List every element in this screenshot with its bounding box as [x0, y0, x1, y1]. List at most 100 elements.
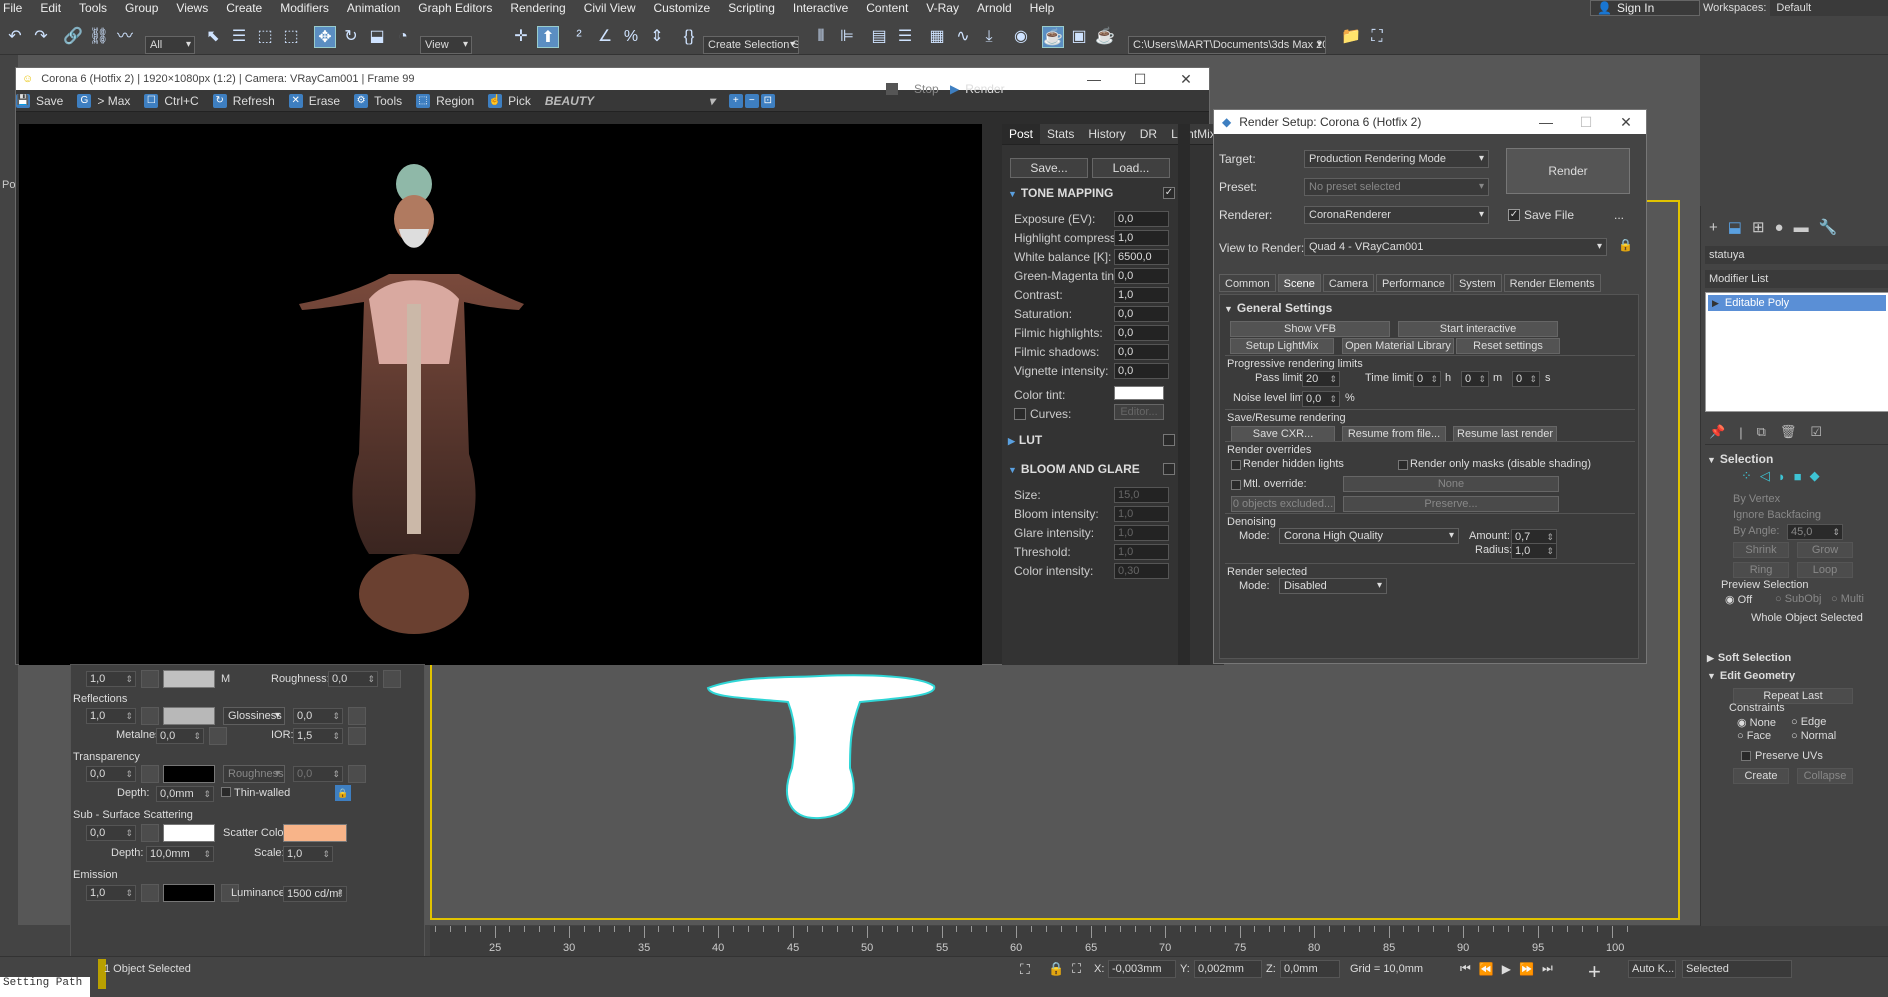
workspaces[interactable]: Workspaces: Default — [1703, 0, 1888, 16]
angle-spinner[interactable]: 45,0 — [1787, 524, 1843, 540]
transparency-roughness-spinner[interactable]: 0,0 — [293, 766, 343, 782]
named-selection-sets[interactable]: Create Selection Se — [703, 36, 799, 54]
select-scale-icon[interactable]: ⬓ — [366, 26, 388, 48]
menu-v-ray[interactable]: V-Ray — [917, 1, 968, 15]
diffuse-color-swatch[interactable] — [163, 670, 215, 688]
rs-minimize-icon[interactable]: — — [1526, 114, 1566, 130]
tone-row-spinner[interactable]: 0,0 — [1114, 211, 1169, 227]
polygon-mode-icon[interactable]: ■ — [1794, 469, 1802, 484]
bind-spacewarp-icon[interactable]: 〰 — [114, 26, 136, 48]
menu-scripting[interactable]: Scripting — [719, 1, 784, 15]
vfb-render-button[interactable]: ▶ Render — [950, 82, 1005, 96]
vfb-erase-button[interactable]: ✕ Erase — [288, 93, 340, 108]
constraint-edge-radio[interactable]: ○ Edge — [1791, 716, 1826, 728]
motion-tab-icon[interactable]: ● — [1775, 219, 1784, 236]
sss-map-button[interactable] — [141, 824, 159, 842]
select-rotate-icon[interactable]: ↻ — [340, 26, 362, 48]
hierarchy-tab-icon[interactable]: ⊞ — [1752, 218, 1765, 236]
snaps-toggle-icon[interactable]: ² — [568, 26, 590, 48]
tab-post[interactable]: Post — [1002, 124, 1041, 144]
angle-snap-icon[interactable]: ∠ — [594, 26, 616, 48]
vfb-save-button[interactable]: 💾 Save — [16, 93, 63, 108]
lock-icon[interactable]: 🔒 — [1618, 238, 1633, 252]
tone-row-spinner[interactable]: 0,0 — [1114, 344, 1169, 360]
absolute-mode-icon[interactable]: ⛶ — [1072, 961, 1081, 977]
x-coordinate-field[interactable]: -0,003mm — [1108, 960, 1176, 978]
make-unique-icon[interactable]: ⧉ — [1757, 424, 1766, 440]
preview-multi-radio[interactable]: ○ Multi — [1831, 593, 1864, 605]
thin-walled-checkbox[interactable] — [221, 787, 231, 797]
redo-icon[interactable]: ↷ — [30, 26, 52, 48]
remove-modifier-icon[interactable]: 🗑 — [1780, 424, 1797, 440]
menu-help[interactable]: Help — [1021, 1, 1064, 15]
constraint-face-radio[interactable]: ○ Face — [1737, 730, 1771, 742]
menu-modifiers[interactable]: Modifiers — [271, 1, 338, 15]
transparency-color-swatch[interactable] — [163, 765, 215, 783]
vfb-region-button[interactable]: ⬚ Region — [416, 93, 474, 108]
spinner-snap-icon[interactable]: ⇕ — [646, 26, 668, 48]
preserve-button[interactable]: Preserve... — [1343, 496, 1559, 512]
z-coordinate-field[interactable]: 0,0mm — [1280, 960, 1340, 978]
menu-animation[interactable]: Animation — [338, 1, 409, 15]
project-path[interactable]: C:\Users\MART\Documents\3ds Max 2021 — [1128, 36, 1326, 54]
maxscript-listener[interactable]: Setting Path — [0, 977, 90, 997]
transparency-roughness-map-button[interactable] — [348, 765, 366, 783]
configure-sets-icon[interactable]: ☑ — [1810, 424, 1822, 440]
pin-stack-icon[interactable]: 📌 — [1709, 424, 1725, 440]
scatter-color-swatch[interactable] — [283, 824, 347, 842]
undo-icon[interactable]: ↶ — [4, 26, 26, 48]
save-file-checkbox[interactable]: ✓ — [1508, 209, 1520, 221]
setup-lightmix-button[interactable]: Setup LightMix — [1230, 338, 1334, 354]
tone-row-spinner[interactable]: 0,0 — [1114, 306, 1169, 322]
time-h-spinner[interactable]: 0 — [1413, 371, 1441, 387]
menu-interactive[interactable]: Interactive — [784, 1, 857, 15]
previous-frame-icon[interactable]: ⏪ — [1479, 962, 1494, 976]
display-tab-icon[interactable]: ▬ — [1794, 219, 1809, 236]
tone-row-spinner[interactable]: 6500,0 — [1114, 249, 1169, 265]
transparency-roughness-dropdown[interactable]: Roughness — [223, 765, 285, 783]
luminance-spinner[interactable]: 1500 cd/m² — [283, 886, 347, 902]
rs-tab-camera[interactable]: Camera — [1322, 274, 1374, 292]
preserve-uvs-checkbox[interactable] — [1741, 751, 1751, 761]
reflection-map-button[interactable] — [141, 707, 159, 725]
align-icon[interactable]: ⊫ — [836, 26, 858, 48]
roughness-spinner[interactable]: 0,0 — [328, 671, 378, 687]
render-production-icon[interactable]: ☕ — [1094, 26, 1116, 48]
lut-header[interactable]: ▶ LUT — [1008, 433, 1042, 447]
sss-level-spinner[interactable]: 0,0 — [86, 825, 136, 841]
vertex-mode-icon[interactable]: ⁘ — [1741, 468, 1752, 484]
roughness-map-button[interactable] — [383, 670, 401, 688]
post-load-button[interactable]: Load... — [1092, 158, 1170, 178]
radius-spinner[interactable]: 1,0 — [1511, 543, 1557, 559]
bloom-glare-header[interactable]: ▼ BLOOM AND GLARE — [1008, 462, 1140, 476]
tone-row-spinner[interactable]: 0,0 — [1114, 268, 1169, 284]
menu-group[interactable]: Group — [116, 1, 167, 15]
go-to-end-icon[interactable]: ⏭ — [1542, 961, 1553, 976]
timeline[interactable]: 25 30 35 40 45 50 55 60 65 70 75 80 85 90 95 100 — [430, 926, 1888, 956]
edit-geometry-header[interactable]: ▼ Edit Geometry — [1707, 670, 1795, 682]
schematic-view-icon[interactable]: ⤓ — [978, 26, 1000, 48]
reset-settings-button[interactable]: Reset settings — [1456, 338, 1560, 354]
diffuse-level-spinner[interactable]: 1,0 — [86, 671, 136, 687]
workspaces-value[interactable]: Default — [1770, 0, 1888, 16]
lock-icon[interactable]: 🔒 — [335, 785, 351, 801]
close-icon[interactable]: ✕ — [1163, 71, 1209, 88]
selection-lock-icon[interactable]: 🔒 — [1048, 961, 1064, 977]
menu-file[interactable]: File — [0, 1, 31, 15]
bloom-row-spinner[interactable]: 15,0 — [1114, 487, 1169, 503]
pivot-center-icon[interactable]: ✛ — [510, 26, 532, 48]
rs-tab-scene[interactable]: Scene — [1277, 274, 1321, 292]
material-editor-icon[interactable]: ◉ — [1010, 26, 1032, 48]
target-dropdown[interactable]: Production Rendering Mode — [1304, 150, 1489, 168]
vfb-tools-button[interactable]: ⚙ Tools — [354, 93, 402, 108]
vfb-refresh-button[interactable]: ↻ Refresh — [212, 93, 275, 108]
ignore-backfacing-label[interactable]: Ignore Backfacing — [1733, 509, 1821, 521]
time-m-spinner[interactable]: 0 — [1461, 371, 1489, 387]
curves-editor-button[interactable]: Editor... — [1114, 404, 1164, 420]
tab-stats[interactable]: Stats — [1040, 124, 1081, 144]
utilities-tab-icon[interactable]: 🔧 — [1819, 218, 1838, 236]
set-project-icon[interactable]: ⛶ — [1366, 26, 1388, 48]
mtl-override-checkbox[interactable] — [1231, 480, 1241, 490]
menu-edit[interactable]: Edit — [31, 1, 70, 15]
select-object-icon[interactable]: ⬉ — [202, 26, 224, 48]
